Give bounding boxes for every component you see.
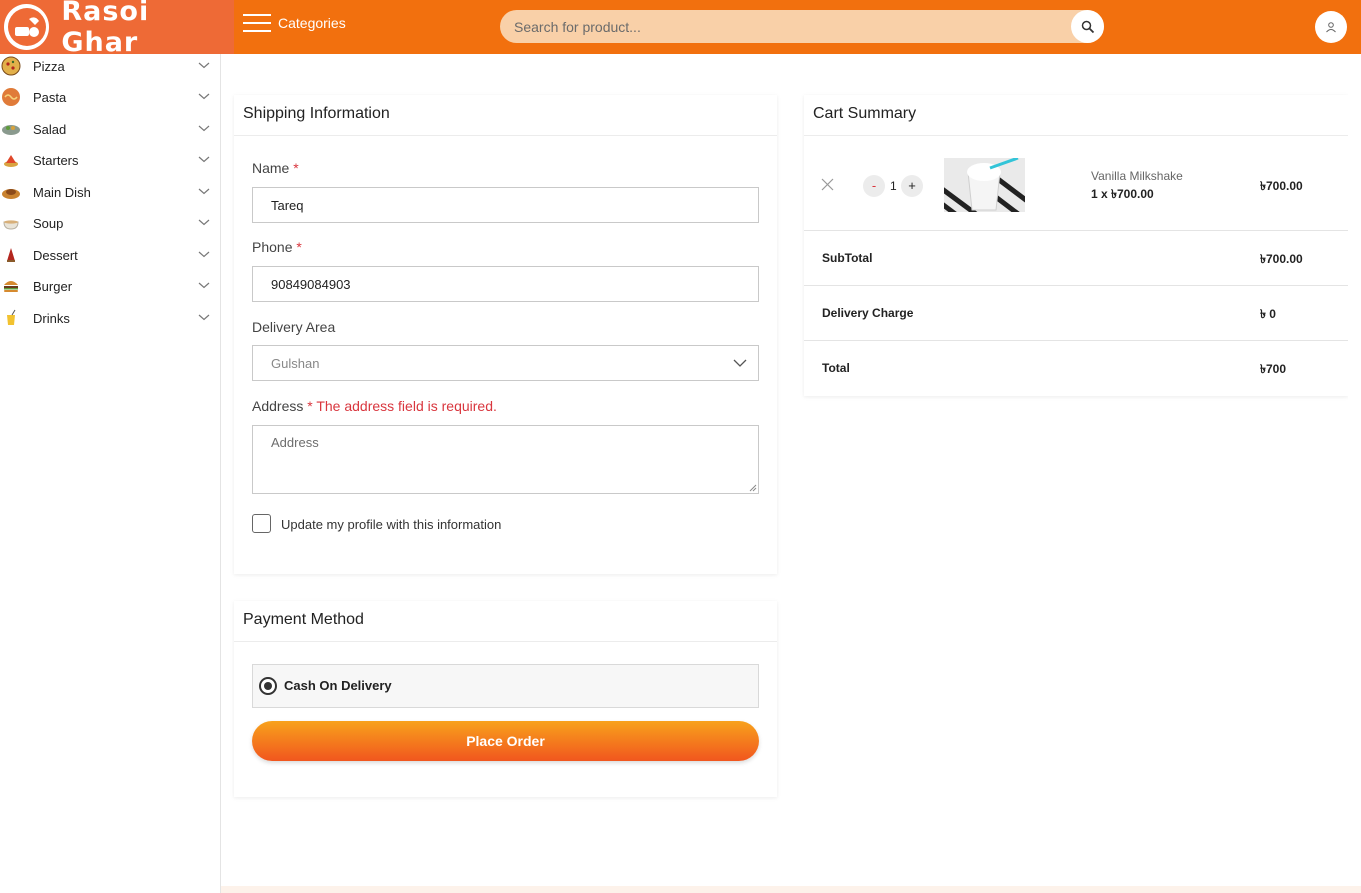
sidebar-item-label: Burger xyxy=(33,278,73,294)
dessert-icon xyxy=(0,244,22,266)
delivery-area-label: Delivery Area xyxy=(252,319,336,335)
brand-name: Rasoi Ghar xyxy=(61,0,150,58)
quantity-value: 1 xyxy=(890,179,897,193)
sidebar-item-label: Pasta xyxy=(33,89,67,105)
search-bar xyxy=(500,10,1104,43)
payment-method-card: Payment Method Cash On Delivery Place Or… xyxy=(234,601,777,797)
payment-card-title: Payment Method xyxy=(234,601,777,642)
product-image xyxy=(944,158,1025,212)
pizza-icon xyxy=(0,55,22,77)
cart-summary-card: Cart Summary - 1 + Vanilla Milkshake 1 x… xyxy=(804,95,1348,396)
sidebar-item-soup[interactable]: Soup xyxy=(0,209,220,237)
user-icon xyxy=(1326,22,1336,33)
search-button[interactable] xyxy=(1071,10,1104,43)
chevron-down-icon xyxy=(198,282,210,289)
total-value: ৳700 xyxy=(1260,362,1286,376)
address-error-message: * The address field is required. xyxy=(307,398,497,414)
chevron-down-icon xyxy=(198,251,210,258)
top-header: Rasoi Ghar Categories xyxy=(0,0,1361,58)
payment-option-label: Cash On Delivery xyxy=(284,678,392,693)
user-avatar-button[interactable] xyxy=(1315,11,1347,43)
search-input[interactable] xyxy=(514,10,1064,43)
cart-card-title: Cart Summary xyxy=(804,95,1348,136)
address-field-wrapper xyxy=(234,425,777,494)
chevron-down-icon xyxy=(198,125,210,132)
brand-logo-area[interactable]: Rasoi Ghar xyxy=(0,0,234,58)
sidebar-item-label: Soup xyxy=(33,215,64,231)
close-icon[interactable] xyxy=(821,178,834,191)
delivery-charge-label: Delivery Charge xyxy=(822,306,914,320)
main-dish-icon xyxy=(0,181,22,203)
cart-item-row: - 1 + Vanilla Milkshake 1 x ৳700.00 ৳700… xyxy=(804,136,1348,231)
sidebar-item-label: Drinks xyxy=(33,310,70,326)
subtotal-value: ৳700.00 xyxy=(1260,252,1303,266)
resize-handle-icon[interactable] xyxy=(749,484,757,492)
page-scrollbar[interactable] xyxy=(1348,54,1361,613)
drinks-icon xyxy=(0,307,22,329)
brand-logo-icon xyxy=(4,4,50,50)
salad-icon xyxy=(0,118,22,140)
shipping-card-title: Shipping Information xyxy=(234,95,777,136)
place-order-button[interactable]: Place Order xyxy=(252,721,759,761)
update-profile-checkbox[interactable] xyxy=(252,514,271,533)
burger-icon xyxy=(0,275,22,297)
name-field[interactable] xyxy=(252,187,759,223)
starters-icon xyxy=(0,149,22,171)
chevron-down-icon xyxy=(733,359,747,367)
shipping-information-card: Shipping Information Name * Phone * Deli… xyxy=(234,95,777,574)
chevron-down-icon xyxy=(198,62,210,69)
sidebar-item-drinks[interactable]: Drinks xyxy=(0,304,220,332)
address-label: Address * The address field is required. xyxy=(252,398,497,414)
category-sidebar: Pizza Pasta Salad Starters Main Dish Sou xyxy=(0,54,221,893)
pasta-icon xyxy=(0,86,22,108)
sidebar-item-label: Salad xyxy=(33,121,67,137)
name-label: Name * xyxy=(252,160,299,176)
sidebar-item-label: Pizza xyxy=(33,58,65,74)
delivery-charge-value: ৳ 0 xyxy=(1260,307,1276,321)
total-row: Total ৳700 xyxy=(804,341,1348,396)
soup-icon xyxy=(0,212,22,234)
search-icon xyxy=(1081,20,1094,33)
sidebar-item-main-dish[interactable]: Main Dish xyxy=(0,178,220,206)
delivery-area-select[interactable]: Gulshan xyxy=(252,345,759,381)
delivery-charge-row: Delivery Charge ৳ 0 xyxy=(804,286,1348,341)
chevron-down-icon xyxy=(198,156,210,163)
phone-field[interactable] xyxy=(252,266,759,302)
chevron-down-icon xyxy=(198,314,210,321)
update-profile-label: Update my profile with this information xyxy=(281,517,502,532)
decrease-quantity-button[interactable]: - xyxy=(863,175,885,197)
categories-menu-button[interactable]: Categories xyxy=(243,14,346,32)
subtotal-row: SubTotal ৳700.00 xyxy=(804,231,1348,286)
footer-strip xyxy=(221,886,1361,893)
hamburger-icon xyxy=(243,14,271,32)
increase-quantity-button[interactable]: + xyxy=(901,175,923,197)
delivery-area-value: Gulshan xyxy=(271,356,320,371)
chevron-down-icon xyxy=(198,219,210,226)
sidebar-item-label: Starters xyxy=(33,152,79,168)
required-mark: * xyxy=(293,160,299,176)
required-mark: * xyxy=(296,239,302,255)
sidebar-item-label: Dessert xyxy=(33,247,78,263)
sidebar-item-pizza[interactable]: Pizza xyxy=(0,52,220,80)
sidebar-item-pasta[interactable]: Pasta xyxy=(0,83,220,111)
cash-on-delivery-option[interactable]: Cash On Delivery xyxy=(252,664,759,708)
phone-label: Phone * xyxy=(252,239,302,255)
product-name: Vanilla Milkshake xyxy=(1091,169,1183,183)
chevron-down-icon xyxy=(198,93,210,100)
sidebar-item-label: Main Dish xyxy=(33,184,91,200)
sidebar-item-burger[interactable]: Burger xyxy=(0,272,220,300)
sidebar-item-starters[interactable]: Starters xyxy=(0,146,220,174)
product-qty-price: 1 x ৳700.00 xyxy=(1091,187,1154,201)
sidebar-item-dessert[interactable]: Dessert xyxy=(0,241,220,269)
chevron-down-icon xyxy=(198,188,210,195)
categories-label: Categories xyxy=(278,15,346,31)
sidebar-item-salad[interactable]: Salad xyxy=(0,115,220,143)
total-label: Total xyxy=(822,361,850,375)
payment-radio[interactable] xyxy=(259,677,277,695)
item-total: ৳700.00 xyxy=(1260,179,1303,193)
address-field[interactable] xyxy=(252,425,759,494)
subtotal-label: SubTotal xyxy=(822,251,873,265)
